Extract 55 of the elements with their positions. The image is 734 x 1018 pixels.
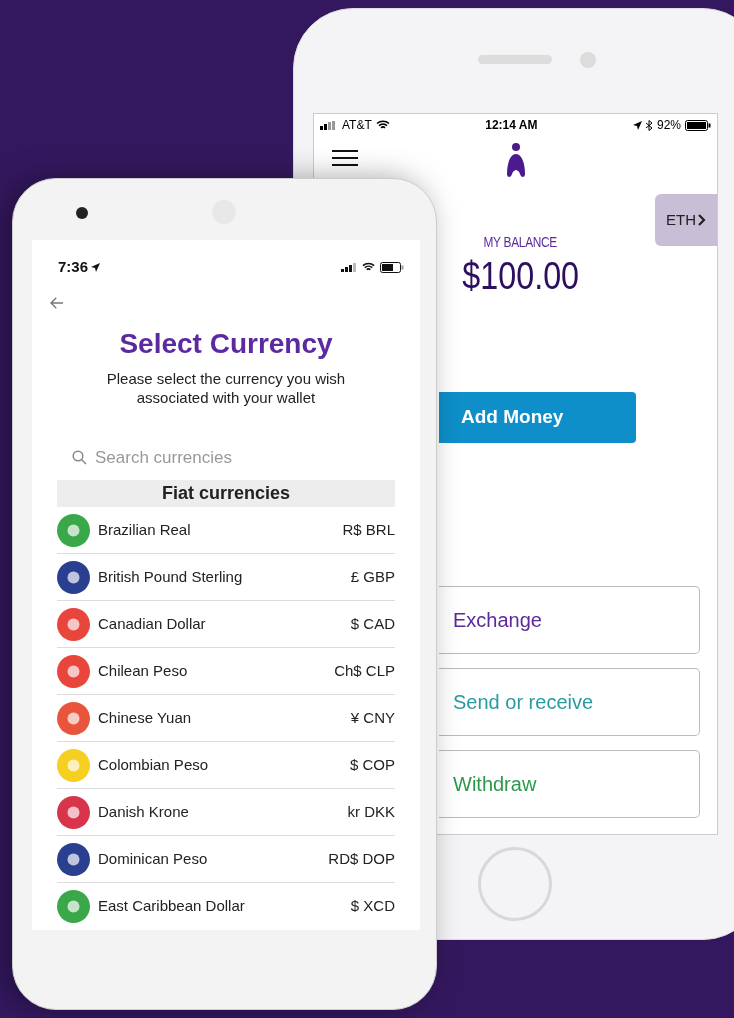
logo-icon bbox=[504, 142, 527, 178]
currency-code: Ch$ CLP bbox=[334, 660, 395, 681]
chevron-right-icon bbox=[698, 214, 706, 226]
currency-row[interactable]: British Pound Sterling £ GBP bbox=[57, 554, 395, 601]
menu-icon[interactable] bbox=[332, 150, 358, 166]
currency-row[interactable]: Chilean Peso Ch$ CLP bbox=[57, 648, 395, 695]
currency-row[interactable]: Canadian Dollar $ CAD bbox=[57, 601, 395, 648]
balance-label: MY BALANCE bbox=[483, 233, 558, 252]
page-subtitle: Please select the currency you wish associated with your wallet bbox=[105, 368, 347, 407]
balance-amount: $100.00 bbox=[462, 254, 579, 299]
currency-row[interactable]: East Caribbean Dollar $ XCD bbox=[57, 883, 395, 930]
battery-icon bbox=[380, 261, 404, 273]
currency-name: Brazilian Real bbox=[98, 519, 192, 540]
currency-code: R$ BRL bbox=[342, 519, 395, 540]
currency-code: kr DKK bbox=[347, 801, 395, 822]
search-icon bbox=[72, 449, 87, 465]
carrier-text: AT&T bbox=[342, 117, 372, 134]
clock-text: 7:36 bbox=[58, 257, 89, 277]
wifi-icon bbox=[362, 262, 375, 273]
currency-row[interactable]: Dominican Peso RD$ DOP bbox=[57, 836, 395, 883]
currency-name: East Caribbean Dollar bbox=[98, 896, 246, 917]
section-header: Fiat currencies bbox=[57, 480, 395, 507]
currency-name: Chinese Yuan bbox=[98, 707, 193, 728]
signal-icon bbox=[341, 262, 357, 272]
action-card[interactable]: Exchange bbox=[439, 586, 700, 654]
battery-text: 92% bbox=[656, 117, 681, 134]
currency-row[interactable]: Colombian Peso $ COP bbox=[57, 742, 395, 789]
currency-code: £ GBP bbox=[350, 566, 395, 587]
signal-icon bbox=[320, 120, 338, 130]
currency-name: Chilean Peso bbox=[98, 660, 189, 681]
currency-tab[interactable]: ETH bbox=[655, 194, 717, 246]
search-field[interactable]: Search currencies bbox=[95, 444, 396, 470]
battery-icon bbox=[685, 119, 711, 131]
location-icon bbox=[91, 262, 101, 272]
currency-name: Danish Krone bbox=[98, 801, 190, 822]
currency-row[interactable]: Chinese Yuan ¥ CNY bbox=[57, 695, 395, 742]
action-card[interactable]: Withdraw bbox=[439, 750, 700, 818]
clock-text: 12:14 AM bbox=[485, 117, 538, 134]
currency-code: RD$ DOP bbox=[328, 848, 395, 869]
currency-code: $ XCD bbox=[350, 896, 395, 917]
currency-row[interactable]: Danish Krone kr DKK bbox=[57, 789, 395, 836]
currency-code: $ CAD bbox=[350, 613, 395, 634]
location-icon bbox=[632, 120, 642, 130]
currency-name: Colombian Peso bbox=[98, 754, 210, 775]
currency-name: British Pound Sterling bbox=[98, 566, 244, 587]
currency-code: $ COP bbox=[350, 754, 395, 775]
currency-name: Dominican Peso bbox=[98, 848, 209, 869]
currency-code: ¥ CNY bbox=[350, 707, 395, 728]
bluetooth-icon bbox=[645, 119, 653, 131]
back-arrow-icon[interactable] bbox=[48, 296, 66, 309]
currency-name: Canadian Dollar bbox=[98, 613, 207, 634]
add-money-button[interactable]: Add Money bbox=[439, 392, 636, 443]
page-title: Select Currency bbox=[118, 326, 334, 361]
currency-row[interactable]: Brazilian Real R$ BRL bbox=[57, 507, 395, 554]
wifi-icon bbox=[375, 120, 390, 130]
